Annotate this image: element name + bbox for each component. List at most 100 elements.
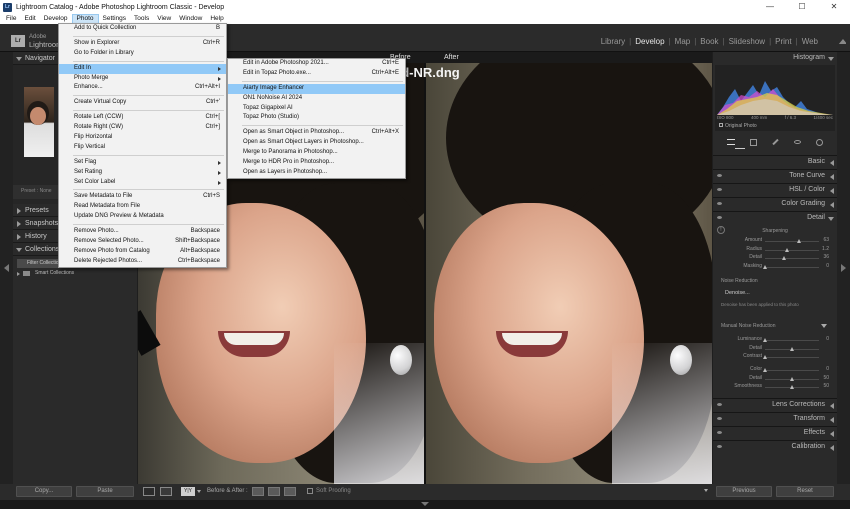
slider-value[interactable]: 0 [826, 263, 829, 269]
slider-luminance[interactable]: Luminance 0 [713, 336, 837, 344]
edit-in-item-topaz-gigapixel-ai[interactable]: Topaz Gigapixel AI [228, 104, 405, 114]
denoise-button[interactable]: Denoise... [725, 290, 750, 296]
edit-in-item-merge-to-hdr-pro-in-photoshop[interactable]: Merge to HDR Pro in Photoshop... [228, 158, 405, 168]
slider-value[interactable]: 50 [823, 383, 829, 389]
module-print[interactable]: Print [771, 37, 795, 46]
menu-edit[interactable]: Edit [20, 14, 39, 24]
slider-knob[interactable] [790, 385, 794, 389]
slider-knob[interactable] [782, 256, 787, 260]
photo-menu-item-flip-horizontal[interactable]: Flip Horizontal [59, 133, 226, 143]
slider-masking[interactable]: Masking 0 [713, 263, 837, 271]
photo-menu-item-create-virtual-copy[interactable]: Create Virtual Copy Ctrl+' [59, 98, 226, 108]
left-panel-toggle-icon[interactable] [0, 52, 13, 484]
module-map[interactable]: Map [671, 37, 695, 46]
copy-after-to-before-icon[interactable] [268, 487, 280, 496]
slider-track[interactable] [765, 249, 819, 251]
minimize-button[interactable]: — [754, 0, 786, 14]
slider-track[interactable] [765, 357, 819, 358]
module-picker-toggle-icon[interactable] [838, 38, 846, 44]
slider-detail[interactable]: Detail 50 [713, 375, 837, 383]
filmstrip-toggle-icon[interactable] [0, 500, 850, 509]
tone-curve-header[interactable]: Tone Curve [713, 169, 837, 181]
slider-value[interactable]: 50 [823, 375, 829, 381]
photo-menu-item-set-flag[interactable]: Set Flag [59, 158, 226, 168]
color-grading-header[interactable]: Color Grading [713, 197, 837, 209]
slider-amount[interactable]: Amount 63 [713, 237, 837, 245]
histogram[interactable]: ISO 800 400 mm f / 6.3 1/400 sec Original P… [715, 65, 835, 131]
close-button[interactable]: ✕ [818, 0, 850, 14]
photo-menu-item-show-in-explorer[interactable]: Show in Explorer Ctrl+R [59, 39, 226, 49]
slider-knob[interactable] [784, 247, 789, 252]
basic-header[interactable]: Basic [713, 155, 837, 167]
masking-icon[interactable] [816, 138, 823, 146]
transform-header[interactable]: Transform [713, 412, 837, 424]
right-panel-edge[interactable] [837, 52, 850, 484]
slider-radius[interactable]: Radius 1.2 [713, 246, 837, 254]
slider-knob[interactable] [797, 239, 802, 243]
photo-menu-item-flip-vertical[interactable]: Flip Vertical [59, 143, 226, 153]
module-develop[interactable]: Develop [631, 37, 668, 46]
slider-track[interactable] [765, 258, 819, 259]
loupe-view-icon[interactable] [143, 487, 155, 496]
paste-button[interactable]: Paste [76, 486, 134, 497]
photo-menu-item-save-metadata-to-file[interactable]: Save Metadata to File Ctrl+S [59, 192, 226, 202]
slider-detail[interactable]: Detail [713, 345, 837, 353]
copy-before-to-after-icon[interactable] [252, 487, 264, 496]
module-library[interactable]: Library [597, 37, 629, 46]
edit-in-item-on1-nonoise-ai-2024[interactable]: ON1 NoNoise AI 2024 [228, 94, 405, 104]
slider-track[interactable] [765, 266, 819, 268]
slider-track[interactable] [765, 340, 819, 341]
edit-in-item-open-as-smart-object-in-photoshop[interactable]: Open as Smart Object in Photoshop... Ctrl… [228, 128, 405, 138]
module-slideshow[interactable]: Slideshow [725, 37, 769, 46]
filmstrip-bar[interactable] [0, 500, 850, 509]
slider-knob[interactable] [790, 346, 794, 351]
slider-value[interactable]: 63 [823, 237, 829, 243]
lens-corrections-header[interactable]: Lens Corrections [713, 398, 837, 410]
photo-menu-item-delete-rejected-photos[interactable]: Delete Rejected Photos... Ctrl+Backspace [59, 257, 226, 267]
maximize-button[interactable]: ☐ [786, 0, 818, 14]
left-panel-edge[interactable] [0, 52, 13, 484]
photo-menu-item-rotate-left-ccw[interactable]: Rotate Left (CCW) Ctrl+[ [59, 113, 226, 123]
healing-icon[interactable] [772, 138, 779, 146]
smart-collections-item[interactable]: Smart Collections [13, 268, 137, 279]
slider-knob[interactable] [763, 368, 767, 372]
photo-menu-item-rotate-right-cw[interactable]: Rotate Right (CW) Ctrl+] [59, 123, 226, 133]
calibration-header[interactable]: Calibration [713, 440, 837, 452]
slider-smoothness[interactable]: Smoothness 50 [713, 383, 837, 391]
photo-menu-item-read-metadata-from-file[interactable]: Read Metadata from File [59, 202, 226, 212]
photo-menu-item-photo-merge[interactable]: Photo Merge [59, 74, 226, 84]
menu-file[interactable]: File [2, 14, 20, 24]
manual-nr-toggle-icon[interactable] [821, 324, 827, 328]
crop-icon[interactable] [750, 138, 757, 146]
previous-button[interactable]: Previous [716, 486, 772, 497]
edit-in-item-aiarty-image-enhancer[interactable]: Aiarty Image Enhancer [228, 83, 405, 94]
slider-knob[interactable] [763, 264, 767, 269]
slider-track[interactable] [765, 241, 819, 242]
photo-menu-item-set-rating[interactable]: Set Rating [59, 168, 226, 178]
slider-track[interactable] [765, 370, 819, 371]
effects-header[interactable]: Effects [713, 426, 837, 438]
edit-in-item-open-as-layers-in-photoshop[interactable]: Open as Layers in Photoshop... [228, 168, 405, 178]
red-eye-icon[interactable] [794, 140, 801, 144]
photo-menu-item-go-to-folder-in-library[interactable]: Go to Folder in Library [59, 49, 226, 59]
slider-value[interactable]: 0 [826, 366, 829, 372]
yy-view-icon[interactable]: Y|Y [181, 487, 195, 496]
slider-value[interactable]: 36 [823, 254, 829, 260]
slider-knob[interactable] [763, 355, 767, 359]
reset-button[interactable]: Reset [776, 486, 834, 497]
edit-in-item-open-as-smart-object-layers-in-photoshop[interactable]: Open as Smart Object Layers in Photoshop… [228, 138, 405, 148]
slider-contrast[interactable]: Contrast [713, 353, 837, 361]
loupe-toggle-icon[interactable] [160, 487, 172, 496]
edit-in-item-topaz-photo-studio[interactable]: Topaz Photo (Studio) [228, 113, 405, 123]
edit-in-item-merge-to-panorama-in-photoshop[interactable]: Merge to Panorama in Photoshop... [228, 148, 405, 158]
edit-in-item-edit-in-adobe-photoshop-2021[interactable]: Edit in Adobe Photoshop 2021... Ctrl+E [228, 59, 405, 69]
edit-sliders-icon[interactable] [727, 139, 735, 145]
photo-menu-item-remove-photo-from-catalog[interactable]: Remove Photo from Catalog Alt+Backspace [59, 247, 226, 257]
slider-value[interactable]: 1.2 [822, 246, 829, 252]
slider-detail[interactable]: Detail 36 [713, 254, 837, 262]
photo-menu-item-add-to-quick-collection[interactable]: Add to Quick Collection B [59, 24, 226, 34]
photo-menu-item-enhance[interactable]: Enhance... Ctrl+Alt+I [59, 83, 226, 93]
toolbar-dropdown-icon[interactable] [704, 489, 708, 492]
view-dropdown-icon[interactable] [197, 490, 201, 493]
photo-menu-item-set-color-label[interactable]: Set Color Label [59, 178, 226, 188]
